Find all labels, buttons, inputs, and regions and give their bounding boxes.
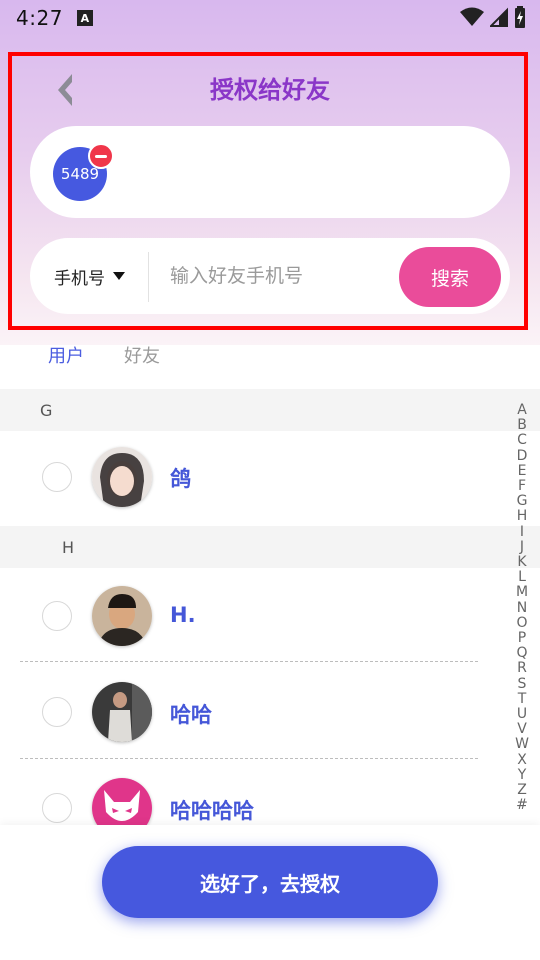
alphabet-index[interactable]: A B C D E F G H I J K L M N O P Q R S T U V W X Y Z # xyxy=(512,402,532,813)
remove-chip-icon[interactable] xyxy=(88,143,114,169)
alphabet-index-letter[interactable]: W xyxy=(515,737,529,752)
alphabet-index-letter[interactable]: E xyxy=(518,463,527,479)
alphabet-index-letter[interactable]: P xyxy=(518,630,526,646)
row-divider xyxy=(20,661,478,662)
tab-bar: 用户 好友 xyxy=(48,342,160,368)
alphabet-index-letter[interactable]: K xyxy=(517,554,526,570)
alphabet-index-letter[interactable]: D xyxy=(517,448,528,464)
select-radio[interactable] xyxy=(42,697,72,727)
select-radio[interactable] xyxy=(42,462,72,492)
alphabet-index-letter[interactable]: F xyxy=(518,478,526,494)
alphabet-index-letter[interactable]: I xyxy=(520,524,524,540)
alphabet-index-letter[interactable]: S xyxy=(518,676,527,692)
caret-down-icon xyxy=(113,272,125,280)
user-name: 哈哈哈哈 xyxy=(170,799,254,823)
signal-icon xyxy=(490,7,508,27)
alphabet-index-letter[interactable]: U xyxy=(517,706,527,722)
alphabet-index-letter[interactable]: M xyxy=(516,585,528,600)
phone-search-input[interactable] xyxy=(170,258,390,294)
select-radio[interactable] xyxy=(42,601,72,631)
selected-chip-label: 5489 xyxy=(60,165,100,183)
notification-icon: A xyxy=(76,10,93,26)
alphabet-index-letter[interactable]: T xyxy=(518,691,527,707)
search-type-label: 手机号 xyxy=(54,268,105,289)
avatar xyxy=(92,682,152,742)
alphabet-index-letter[interactable]: N xyxy=(517,600,527,616)
alphabet-index-letter[interactable]: # xyxy=(516,798,528,813)
tab-friends[interactable]: 好友 xyxy=(124,342,160,368)
page-title: 授权给好友 xyxy=(210,76,330,104)
search-type-dropdown[interactable]: 手机号 xyxy=(54,262,125,290)
section-header-g: G xyxy=(0,389,540,431)
avatar xyxy=(92,447,152,507)
alphabet-index-letter[interactable]: Z xyxy=(517,782,527,798)
alphabet-index-letter[interactable]: A xyxy=(517,402,527,418)
alphabet-index-letter[interactable]: Y xyxy=(518,767,527,783)
alphabet-index-letter[interactable]: G xyxy=(517,494,528,509)
section-letter: G xyxy=(40,400,53,420)
row-divider xyxy=(20,758,478,759)
list-item[interactable]: 哈哈 xyxy=(0,664,505,756)
confirm-authorize-button[interactable]: 选好了，去授权 xyxy=(102,846,438,918)
wifi-icon xyxy=(460,7,484,26)
alphabet-index-letter[interactable]: C xyxy=(517,433,527,448)
alphabet-index-letter[interactable]: B xyxy=(517,418,527,433)
user-name: 鸽 xyxy=(170,467,191,491)
search-button[interactable]: 搜索 xyxy=(399,247,501,307)
user-name: H. xyxy=(170,603,196,627)
status-bar: 4:27 A xyxy=(0,0,540,36)
alphabet-index-letter[interactable]: O xyxy=(516,615,527,631)
alphabet-index-letter[interactable]: Q xyxy=(516,646,527,661)
alphabet-index-letter[interactable]: V xyxy=(517,722,527,737)
avatar xyxy=(92,586,152,646)
section-letter: H xyxy=(62,537,75,557)
alphabet-index-letter[interactable]: R xyxy=(517,661,527,676)
list-item[interactable]: 鸽 xyxy=(0,431,505,523)
alphabet-index-letter[interactable]: L xyxy=(518,570,526,585)
select-radio[interactable] xyxy=(42,793,72,823)
section-header-h: H xyxy=(0,526,540,568)
battery-icon xyxy=(515,6,525,28)
alphabet-index-letter[interactable]: H xyxy=(517,509,528,524)
alphabet-index-letter[interactable]: X xyxy=(517,752,527,768)
status-icons xyxy=(460,6,526,28)
divider xyxy=(148,252,149,302)
status-time: 4:27 xyxy=(16,6,63,30)
tab-users[interactable]: 用户 xyxy=(48,342,84,368)
alphabet-index-letter[interactable]: J xyxy=(520,539,524,555)
list-item[interactable]: H. xyxy=(0,568,505,660)
user-name: 哈哈 xyxy=(170,703,212,727)
